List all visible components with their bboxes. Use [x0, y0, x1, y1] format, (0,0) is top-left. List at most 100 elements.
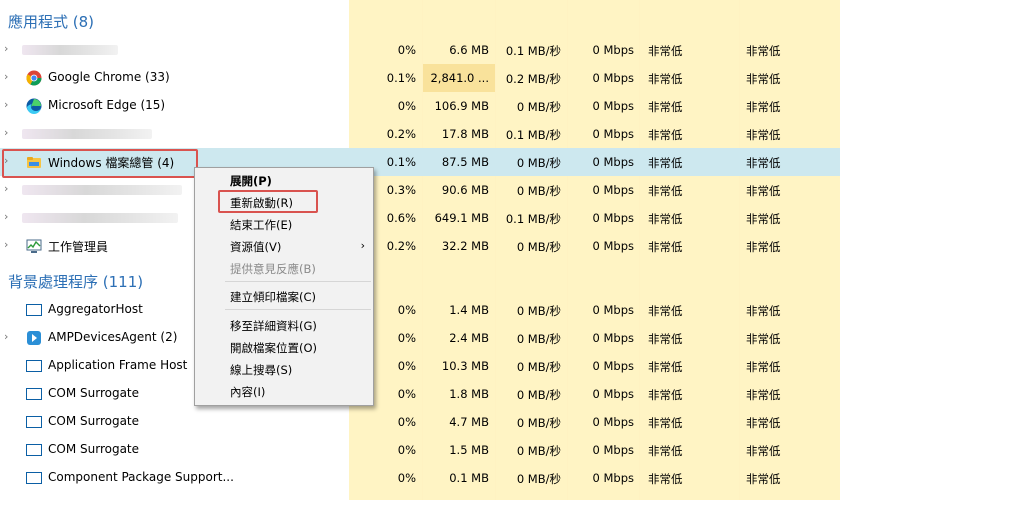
memory-cell: 1.4 MB: [449, 303, 489, 317]
power-cell: 非常低: [648, 156, 683, 170]
memory-cell: 649.1 MB: [434, 211, 489, 225]
disk-cell: 0 MB/秒: [516, 100, 561, 114]
power-trend-cell: 非常低: [746, 360, 781, 374]
power-cell: 非常低: [648, 472, 683, 486]
chevron-right-icon[interactable]: ›: [4, 330, 8, 343]
power-trend-cell: 非常低: [746, 212, 781, 226]
power-cell: 非常低: [648, 184, 683, 198]
redacted-name: [22, 45, 118, 55]
network-cell: 0 Mbps: [592, 387, 635, 401]
power-trend-cell: 非常低: [746, 72, 781, 86]
edge-icon: [26, 98, 42, 114]
menu-separator: [225, 281, 371, 282]
power-cell: 非常低: [648, 128, 683, 142]
table-row[interactable]: › 0% 6.6 MB 0.1 MB/秒 0 Mbps 非常低 非常低: [0, 36, 840, 64]
menu-item-feedback: 提供意見反應(B): [230, 262, 316, 276]
cpu-cell: 0%: [397, 99, 416, 113]
power-trend-cell: 非常低: [746, 184, 781, 198]
chevron-right-icon[interactable]: ›: [4, 238, 8, 251]
chevron-right-icon[interactable]: ›: [4, 210, 8, 223]
power-cell: 非常低: [648, 444, 683, 458]
disk-cell: 0.2 MB/秒: [505, 72, 561, 86]
memory-cell: 90.6 MB: [441, 183, 489, 197]
table-row[interactable]: Component Package Support... 0% 0.1 MB 0…: [0, 464, 840, 492]
disk-cell: 0.1 MB/秒: [505, 212, 561, 226]
disk-cell: 0 MB/秒: [516, 332, 561, 346]
menu-item-end-task[interactable]: 結束工作(E): [230, 217, 292, 233]
network-cell: 0 Mbps: [592, 71, 635, 85]
app-window-icon: [26, 470, 42, 486]
highlight-box-restart: [218, 190, 318, 213]
memory-cell: 2.4 MB: [449, 331, 489, 345]
network-cell: 0 Mbps: [592, 127, 635, 141]
disk-cell: 0 MB/秒: [516, 304, 561, 318]
menu-item-resource-values[interactable]: 資源值(V): [230, 239, 281, 255]
table-row[interactable]: COM Surrogate 0% 4.7 MB 0 MB/秒 0 Mbps 非常…: [0, 408, 840, 436]
memory-cell: 1.8 MB: [449, 387, 489, 401]
redacted-name: [22, 129, 152, 139]
process-name: COM Surrogate: [48, 414, 140, 428]
power-cell: 非常低: [648, 212, 683, 226]
menu-item-properties[interactable]: 內容(I): [230, 384, 265, 400]
table-row[interactable]: › Google Chrome (33) 0.1% 2,841.0 ... 0.…: [0, 64, 840, 92]
disk-cell: 0.1 MB/秒: [505, 44, 561, 58]
power-trend-cell: 非常低: [746, 444, 781, 458]
memory-cell: 1.5 MB: [449, 443, 489, 457]
chevron-right-icon[interactable]: ›: [4, 70, 8, 83]
network-cell: 0 Mbps: [592, 471, 635, 485]
table-row[interactable]: › Microsoft Edge (15) 0% 106.9 MB 0 MB/秒…: [0, 92, 840, 120]
disk-cell: 0 MB/秒: [516, 184, 561, 198]
section-header-apps: 應用程式 (8): [8, 13, 95, 31]
power-trend-cell: 非常低: [746, 156, 781, 170]
cpu-cell: 0.1%: [386, 71, 416, 85]
network-cell: 0 Mbps: [592, 211, 635, 225]
menu-item-open-location[interactable]: 開啟檔案位置(O): [230, 340, 317, 356]
network-cell: 0 Mbps: [592, 443, 635, 457]
amp-devices-icon: [26, 330, 42, 346]
table-row[interactable]: › 工作管理員 0.2% 32.2 MB 0 MB/秒 0 Mbps 非常低 非…: [0, 232, 840, 260]
table-row[interactable]: › 0.2% 17.8 MB 0.1 MB/秒 0 Mbps 非常低 非常低: [0, 120, 840, 148]
table-row[interactable]: COM Surrogate 0% 1.5 MB 0 MB/秒 0 Mbps 非常…: [0, 436, 840, 464]
app-window-icon: [26, 386, 42, 402]
cpu-cell: 0.2%: [386, 127, 416, 141]
memory-cell: 17.8 MB: [441, 127, 489, 141]
table-row[interactable]: › 0.6% 649.1 MB 0.1 MB/秒 0 Mbps 非常低 非常低: [0, 204, 840, 232]
disk-cell: 0 MB/秒: [516, 240, 561, 254]
memory-cell: 10.3 MB: [441, 359, 489, 373]
power-cell: 非常低: [648, 44, 683, 58]
chevron-right-icon[interactable]: ›: [4, 182, 8, 195]
process-name: AggregatorHost: [48, 302, 143, 316]
chevron-right-icon[interactable]: ›: [4, 42, 8, 55]
cpu-cell: 0%: [397, 43, 416, 57]
process-name: Application Frame Host: [48, 358, 188, 372]
table-row[interactable]: › AMPDevicesAgent (2) 0% 2.4 MB 0 MB/秒 0…: [0, 324, 840, 352]
process-name: Component Package Support...: [48, 470, 234, 484]
chevron-right-icon[interactable]: ›: [4, 98, 8, 111]
app-window-icon: [26, 302, 42, 318]
power-trend-cell: 非常低: [746, 332, 781, 346]
process-name: AMPDevicesAgent (2): [48, 330, 178, 344]
memory-cell: 6.6 MB: [449, 43, 489, 57]
process-name: COM Surrogate: [48, 386, 140, 400]
table-row[interactable]: › 0.3% 90.6 MB 0 MB/秒 0 Mbps 非常低 非常低: [0, 176, 840, 204]
disk-cell: 0 MB/秒: [516, 472, 561, 486]
table-row[interactable]: Application Frame Host 0% 10.3 MB 0 MB/秒…: [0, 352, 840, 380]
menu-item-go-to-details[interactable]: 移至詳細資料(G): [230, 318, 317, 334]
table-row[interactable]: COM Surrogate 0% 1.8 MB 0 MB/秒 0 Mbps 非常…: [0, 380, 840, 408]
power-trend-cell: 非常低: [746, 304, 781, 318]
cpu-cell: 0%: [397, 443, 416, 457]
menu-item-expand[interactable]: 展開(P): [230, 173, 272, 189]
memory-cell: 87.5 MB: [441, 155, 489, 169]
disk-cell: 0.1 MB/秒: [505, 128, 561, 142]
menu-item-search-online[interactable]: 線上搜尋(S): [230, 362, 292, 378]
power-trend-cell: 非常低: [746, 128, 781, 142]
menu-item-create-dump[interactable]: 建立傾印檔案(C): [230, 289, 316, 305]
cpu-cell: 0%: [397, 471, 416, 485]
redacted-name: [22, 185, 182, 195]
power-cell: 非常低: [648, 72, 683, 86]
section-header-background: 背景處理程序 (111): [8, 273, 144, 291]
chevron-right-icon[interactable]: ›: [4, 126, 8, 139]
memory-cell: 106.9 MB: [434, 99, 489, 113]
disk-cell: 0 MB/秒: [516, 388, 561, 402]
table-row[interactable]: AggregatorHost 0% 1.4 MB 0 MB/秒 0 Mbps 非…: [0, 296, 840, 324]
